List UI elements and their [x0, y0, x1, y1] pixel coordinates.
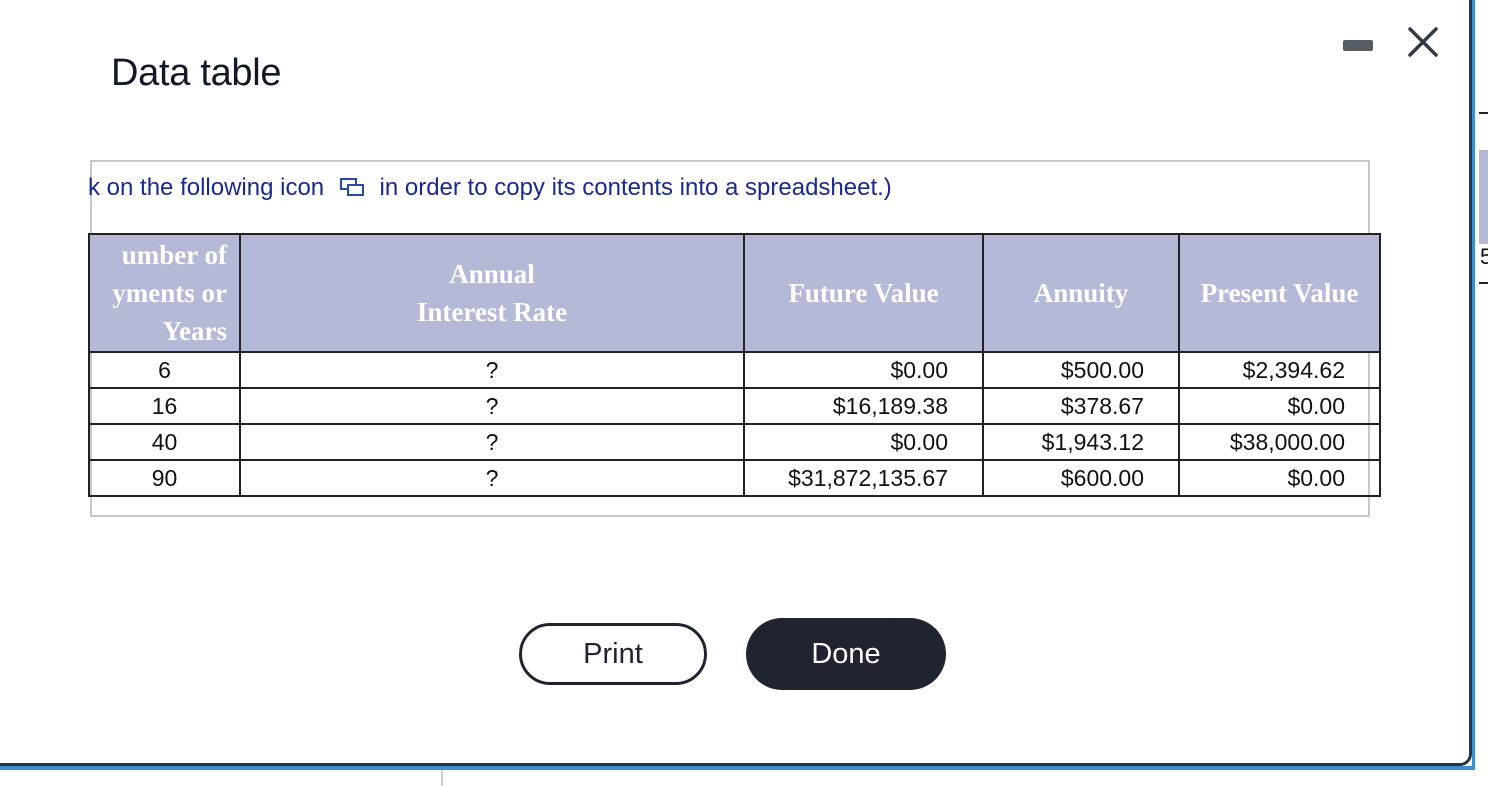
cell-years: 16	[88, 387, 241, 425]
table-header-row: umber of yments or Years Annual Interest…	[88, 233, 1381, 353]
cell-annuity: $1,943.12	[982, 423, 1180, 461]
header-years-line: yments or	[112, 278, 227, 308]
cell-present-value: $0.00	[1178, 387, 1381, 425]
cell-rate: ?	[239, 351, 745, 389]
data-table: umber of yments or Years Annual Interest…	[88, 233, 1381, 497]
instructions-end: in order to copy its contents into a spr…	[379, 174, 892, 201]
header-years: umber of yments or Years	[88, 233, 241, 353]
cell-annuity: $378.67	[982, 387, 1180, 425]
cell-rate: ?	[239, 459, 745, 497]
cell-rate: ?	[239, 387, 745, 425]
header-annuity: Annuity	[982, 233, 1180, 353]
header-present-value: Present Value	[1178, 233, 1381, 353]
cell-years: 40	[88, 423, 241, 461]
cell-present-value: $2,394.62	[1178, 351, 1381, 389]
header-rate: Annual Interest Rate	[239, 233, 745, 353]
copy-instructions: k on the following icon in order to copy…	[88, 174, 892, 202]
dialog-border-accent	[0, 766, 1472, 770]
dialog-title: Data table	[111, 52, 282, 94]
header-future-value: Future Value	[743, 233, 984, 353]
header-rate-line: Annual	[449, 259, 535, 289]
cell-future-value: $0.00	[743, 423, 984, 461]
table-row: 16 ? $16,189.38 $378.67 $0.00	[88, 387, 1381, 425]
header-years-line: umber of	[121, 240, 227, 270]
header-years-line: Years	[162, 316, 227, 346]
data-table-dialog: Data table k on the following icon in or…	[0, 0, 1472, 766]
cell-future-value: $0.00	[743, 351, 984, 389]
cell-years: 90	[88, 459, 241, 497]
cell-years: 6	[88, 351, 241, 389]
copy-icon[interactable]	[339, 176, 365, 198]
cell-rate: ?	[239, 423, 745, 461]
minimize-icon[interactable]	[1343, 40, 1373, 51]
cell-future-value: $31,872,135.67	[743, 459, 984, 497]
done-button[interactable]: Done	[746, 618, 946, 690]
dialog-border-accent-right	[1472, 0, 1475, 770]
close-icon[interactable]	[1405, 24, 1441, 60]
table-row: 40 ? $0.00 $1,943.12 $38,000.00	[88, 423, 1381, 461]
instructions-start: k on the following icon	[88, 174, 325, 201]
cell-annuity: $600.00	[982, 459, 1180, 497]
background-table-text: 5	[1480, 244, 1488, 269]
header-rate-line: Interest Rate	[416, 297, 568, 327]
background-divider	[441, 770, 443, 786]
cell-annuity: $500.00	[982, 351, 1180, 389]
cell-present-value: $38,000.00	[1178, 423, 1381, 461]
print-button[interactable]: Print	[519, 623, 707, 685]
cell-present-value: $0.00	[1178, 459, 1381, 497]
cell-future-value: $16,189.38	[743, 387, 984, 425]
table-row: 90 ? $31,872,135.67 $600.00 $0.00	[88, 459, 1381, 497]
table-row: 6 ? $0.00 $500.00 $2,394.62	[88, 351, 1381, 389]
